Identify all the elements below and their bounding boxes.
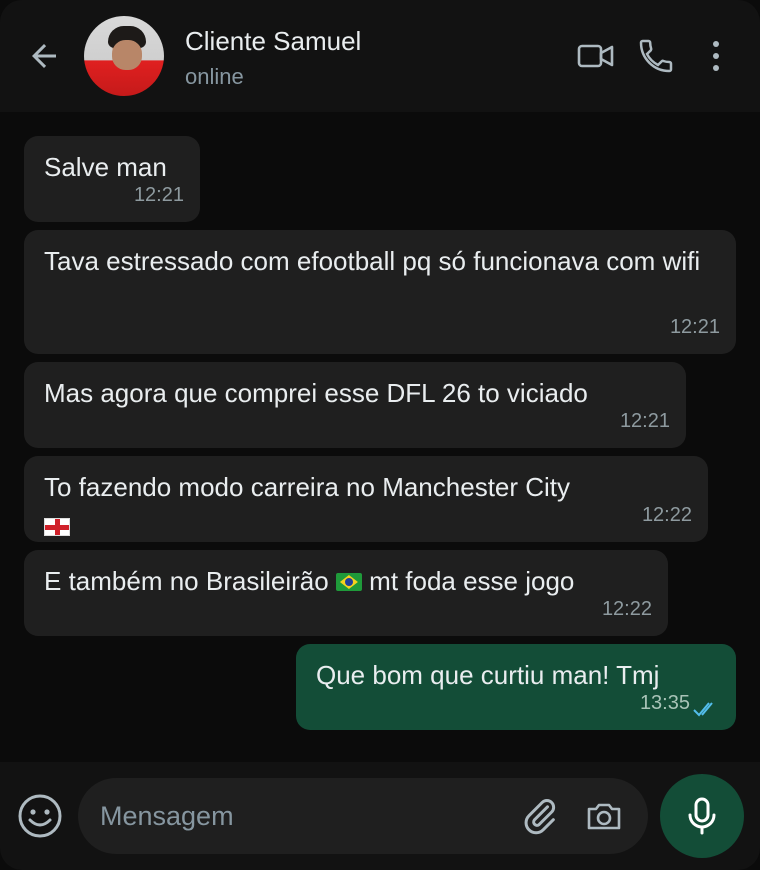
chat-header: Cliente Samuel online [0,0,760,112]
back-arrow-icon[interactable] [26,38,62,74]
message-time: 12:22 [641,504,692,526]
contact-avatar[interactable] [84,16,164,96]
message-text-part: mt foda esse jogo [369,566,575,596]
message-bubble-incoming[interactable]: Tava estressado com efootball pq só func… [24,230,736,354]
message-text: Mas agora que comprei esse DFL 26 to vic… [44,378,588,408]
contact-name[interactable]: Cliente Samuel [185,26,361,57]
message-bubble-incoming[interactable]: E também no Brasileirão mt foda esse jog… [24,550,668,636]
brazil-flag-emoji [335,573,362,591]
message-input[interactable] [100,796,500,836]
england-flag-emoji [44,518,70,536]
emoji-icon[interactable] [16,792,64,840]
phone-icon[interactable] [636,36,676,76]
video-call-icon[interactable] [576,36,616,76]
message-time: 12:21 [669,316,720,338]
message-time: 12:21 [133,184,184,206]
message-bubble-outgoing[interactable]: Que bom que curtiu man! Tmj 13:35 [296,644,736,730]
message-text: E também no Brasileirão mt foda esse jog… [44,562,614,600]
camera-icon[interactable] [584,796,624,836]
message-time: 12:21 [619,410,670,432]
message-bubble-incoming[interactable]: To fazendo modo carreira no Manchester C… [24,456,708,542]
message-text: Tava estressado com efootball pq só func… [44,246,701,276]
message-input-container [78,778,648,854]
message-list: Salve man 12:21 Tava estressado com efoo… [0,112,760,762]
message-bubble-incoming[interactable]: Salve man 12:21 [24,136,200,222]
message-time: 13:35 [639,692,690,714]
message-text-part: To fazendo modo carreira no Manchester C… [44,472,571,502]
chat-window: Cliente Samuel online Salve man 12:21 Ta… [0,0,760,870]
message-bubble-incoming[interactable]: Mas agora que comprei esse DFL 26 to vic… [24,362,686,448]
message-text-part: E também no Brasileirão [44,566,329,596]
more-vertical-icon[interactable] [696,36,736,76]
contact-status: online [185,64,244,89]
attach-icon[interactable] [520,796,560,836]
message-text: To fazendo modo carreira no Manchester C… [44,468,688,544]
read-receipt-icon [693,702,713,717]
message-time: 12:22 [601,598,652,620]
mic-button[interactable] [660,774,744,858]
mic-icon [688,797,716,835]
